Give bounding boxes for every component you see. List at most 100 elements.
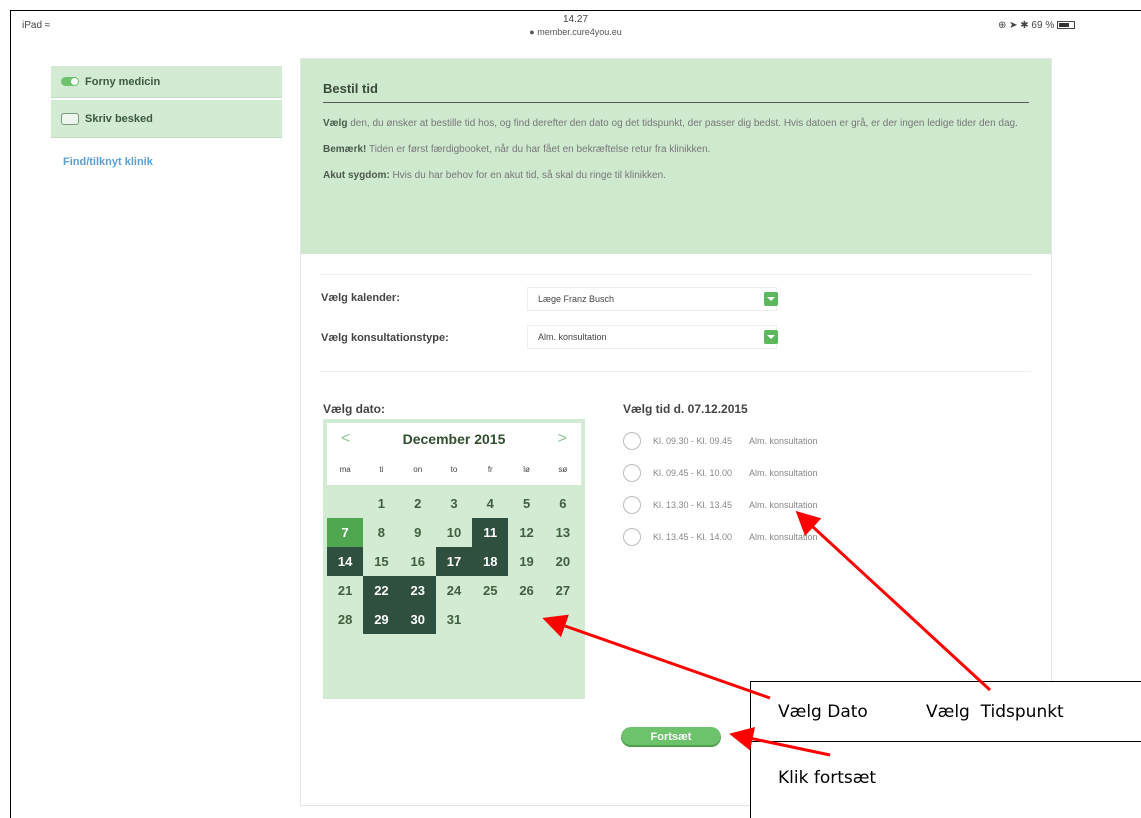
status-bar: iPad ≈ 14.27 ● member.cure4you.eu ⊕ ➤ ✱ … xyxy=(10,10,1141,40)
annotation-divider xyxy=(750,741,1141,742)
consultation-type-select[interactable]: Alm. konsultation xyxy=(527,325,777,349)
message-icon xyxy=(61,112,79,125)
slot-type: Alm. konsultation xyxy=(749,532,818,542)
time-slot[interactable]: Kl. 13.30 - Kl. 13.45 Alm. konsultation xyxy=(623,494,818,516)
calendar-day[interactable]: 20 xyxy=(545,547,581,576)
weekday-label: on xyxy=(413,465,423,474)
info-paragraph-3: Akut sygdom: Hvis du har behov for en ak… xyxy=(323,169,1029,183)
slot-time: Kl. 13.30 - Kl. 13.45 xyxy=(653,500,733,510)
toggle-icon xyxy=(61,77,79,86)
consultation-type-value: Alm. konsultation xyxy=(538,332,607,342)
divider xyxy=(319,274,1031,275)
calendar-day[interactable]: 12 xyxy=(508,518,544,547)
slot-time: Kl. 13.45 - Kl. 14.00 xyxy=(653,532,733,542)
calendar-label: Vælg kalender: xyxy=(321,292,400,304)
prev-month-button[interactable]: < xyxy=(341,430,350,448)
calendar-day[interactable]: 31 xyxy=(436,605,472,634)
sidebar-item-label: Forny medicin xyxy=(85,75,161,88)
radio-button[interactable] xyxy=(623,432,641,450)
calendar-day[interactable]: 3 xyxy=(436,489,472,518)
weekday-label: fr xyxy=(487,465,493,474)
calendar-day[interactable]: 8 xyxy=(363,518,399,547)
divider xyxy=(319,371,1031,372)
radio-button[interactable] xyxy=(623,496,641,514)
sidebar-item-forny-medicin[interactable]: Forny medicin xyxy=(51,66,282,98)
calendar-day[interactable]: 30 xyxy=(399,605,436,634)
calendar-day[interactable]: 7 xyxy=(327,518,364,547)
chevron-down-icon[interactable] xyxy=(764,330,778,344)
calendar-day[interactable]: 11 xyxy=(472,518,509,547)
calendar-day[interactable]: 21 xyxy=(327,576,363,605)
info-bold: Vælg xyxy=(323,118,348,129)
battery-percent: 69 % xyxy=(1031,20,1055,31)
calendar-day[interactable]: 27 xyxy=(545,576,581,605)
slot-time: Kl. 09.45 - Kl. 10.00 xyxy=(653,468,733,478)
calendar-day[interactable]: 16 xyxy=(400,547,436,576)
slot-type: Alm. konsultation xyxy=(749,468,818,478)
time-slot[interactable]: Kl. 13.45 - Kl. 14.00 Alm. konsultation xyxy=(623,526,818,548)
calendar-day[interactable]: 15 xyxy=(363,547,399,576)
time-section-label: Vælg tid d. 07.12.2015 xyxy=(623,402,748,416)
status-center: 14.27 ● member.cure4you.eu xyxy=(10,14,1141,38)
calendar-day[interactable]: 26 xyxy=(508,576,544,605)
page-title: Bestil tid xyxy=(323,81,1029,103)
info-text: Tiden er først færdigbooket, når du har … xyxy=(366,144,711,155)
calendar-day[interactable]: 14 xyxy=(327,547,364,576)
calendar-select-value: Læge Franz Busch xyxy=(538,294,615,304)
weekday-label: ma xyxy=(339,465,351,474)
info-bold: Bemærk! xyxy=(323,144,367,155)
info-paragraph-1: Vælg den, du ønsker at bestille tid hos,… xyxy=(323,117,1029,131)
slot-time: Kl. 09.30 - Kl. 09.45 xyxy=(653,436,733,446)
clock: 14.27 xyxy=(562,14,589,25)
calendar-day[interactable]: 1 xyxy=(363,489,399,518)
calendar-select[interactable]: Læge Franz Busch xyxy=(527,287,777,311)
calendar-day[interactable]: 25 xyxy=(472,576,508,605)
calendar-day[interactable]: 28 xyxy=(327,605,363,634)
url-bar[interactable]: ● member.cure4you.eu xyxy=(10,26,1141,38)
weekday-header: ma ti on to fr lø sø xyxy=(327,455,581,485)
calendar-day[interactable]: 18 xyxy=(472,547,509,576)
annotation-click-continue: Klik fortsæt xyxy=(778,768,877,788)
continue-button[interactable]: Fortsæt xyxy=(621,727,721,747)
url-text: member.cure4you.eu xyxy=(537,27,622,37)
calendar-day[interactable]: 17 xyxy=(435,547,473,576)
calendar-header: < December 2015 > xyxy=(327,423,581,455)
calendar-days: 1 2 3 4 5 6 7 8 9 10 11 12 13 14 15 16 17 18 19 20 21 22 23 24 2… xyxy=(327,489,581,634)
lock-icon: ● xyxy=(529,27,535,37)
calendar-day[interactable]: 9 xyxy=(400,518,436,547)
consultation-type-label: Vælg konsultationstype: xyxy=(321,332,449,344)
time-slot[interactable]: Kl. 09.45 - Kl. 10.00 Alm. konsultation xyxy=(623,462,818,484)
sidebar-item-skriv-besked[interactable]: Skriv besked xyxy=(51,100,282,138)
slot-type: Alm. konsultation xyxy=(749,500,818,510)
calendar-day[interactable]: 6 xyxy=(545,489,581,518)
sidebar-item-label: Skriv besked xyxy=(85,112,153,125)
time-slot[interactable]: Kl. 09.30 - Kl. 09.45 Alm. konsultation xyxy=(623,430,818,452)
info-bold: Akut sygdom: xyxy=(323,170,390,181)
info-text: Hvis du har behov for en akut tid, så sk… xyxy=(389,170,666,181)
radio-button[interactable] xyxy=(623,464,641,482)
calendar-day[interactable]: 5 xyxy=(508,489,544,518)
status-right: ⊕ ➤ ✱ 69 % xyxy=(998,20,1075,31)
calendar-day[interactable]: 24 xyxy=(436,576,472,605)
calendar-day[interactable]: 13 xyxy=(545,518,581,547)
calendar-day[interactable]: 19 xyxy=(508,547,544,576)
date-picker: < December 2015 > ma ti on to fr lø sø 1234567… xyxy=(323,419,585,699)
calendar-day[interactable]: 29 xyxy=(363,605,400,634)
calendar-day[interactable]: 10 xyxy=(436,518,472,547)
weekday-label: sø xyxy=(558,465,568,474)
info-text: den, du ønsker at bestille tid hos, og f… xyxy=(347,118,1018,129)
chevron-down-icon[interactable] xyxy=(764,292,778,306)
next-month-button[interactable]: > xyxy=(558,430,567,448)
radio-button[interactable] xyxy=(623,528,641,546)
calendar-day-empty xyxy=(327,489,363,518)
slot-type: Alm. konsultation xyxy=(749,436,818,446)
calendar-day[interactable]: 22 xyxy=(363,576,400,605)
calendar-day[interactable]: 23 xyxy=(399,576,436,605)
calendar-day[interactable]: 2 xyxy=(400,489,436,518)
info-paragraph-2: Bemærk! Tiden er først færdigbooket, når… xyxy=(323,143,1029,157)
annotation-select-date: Vælg Dato xyxy=(778,702,868,722)
battery-icon xyxy=(1057,21,1075,30)
find-clinic-link[interactable]: Find/tilknyt klinik xyxy=(63,156,153,168)
weekday-label: lø xyxy=(523,465,530,474)
calendar-day[interactable]: 4 xyxy=(472,489,508,518)
